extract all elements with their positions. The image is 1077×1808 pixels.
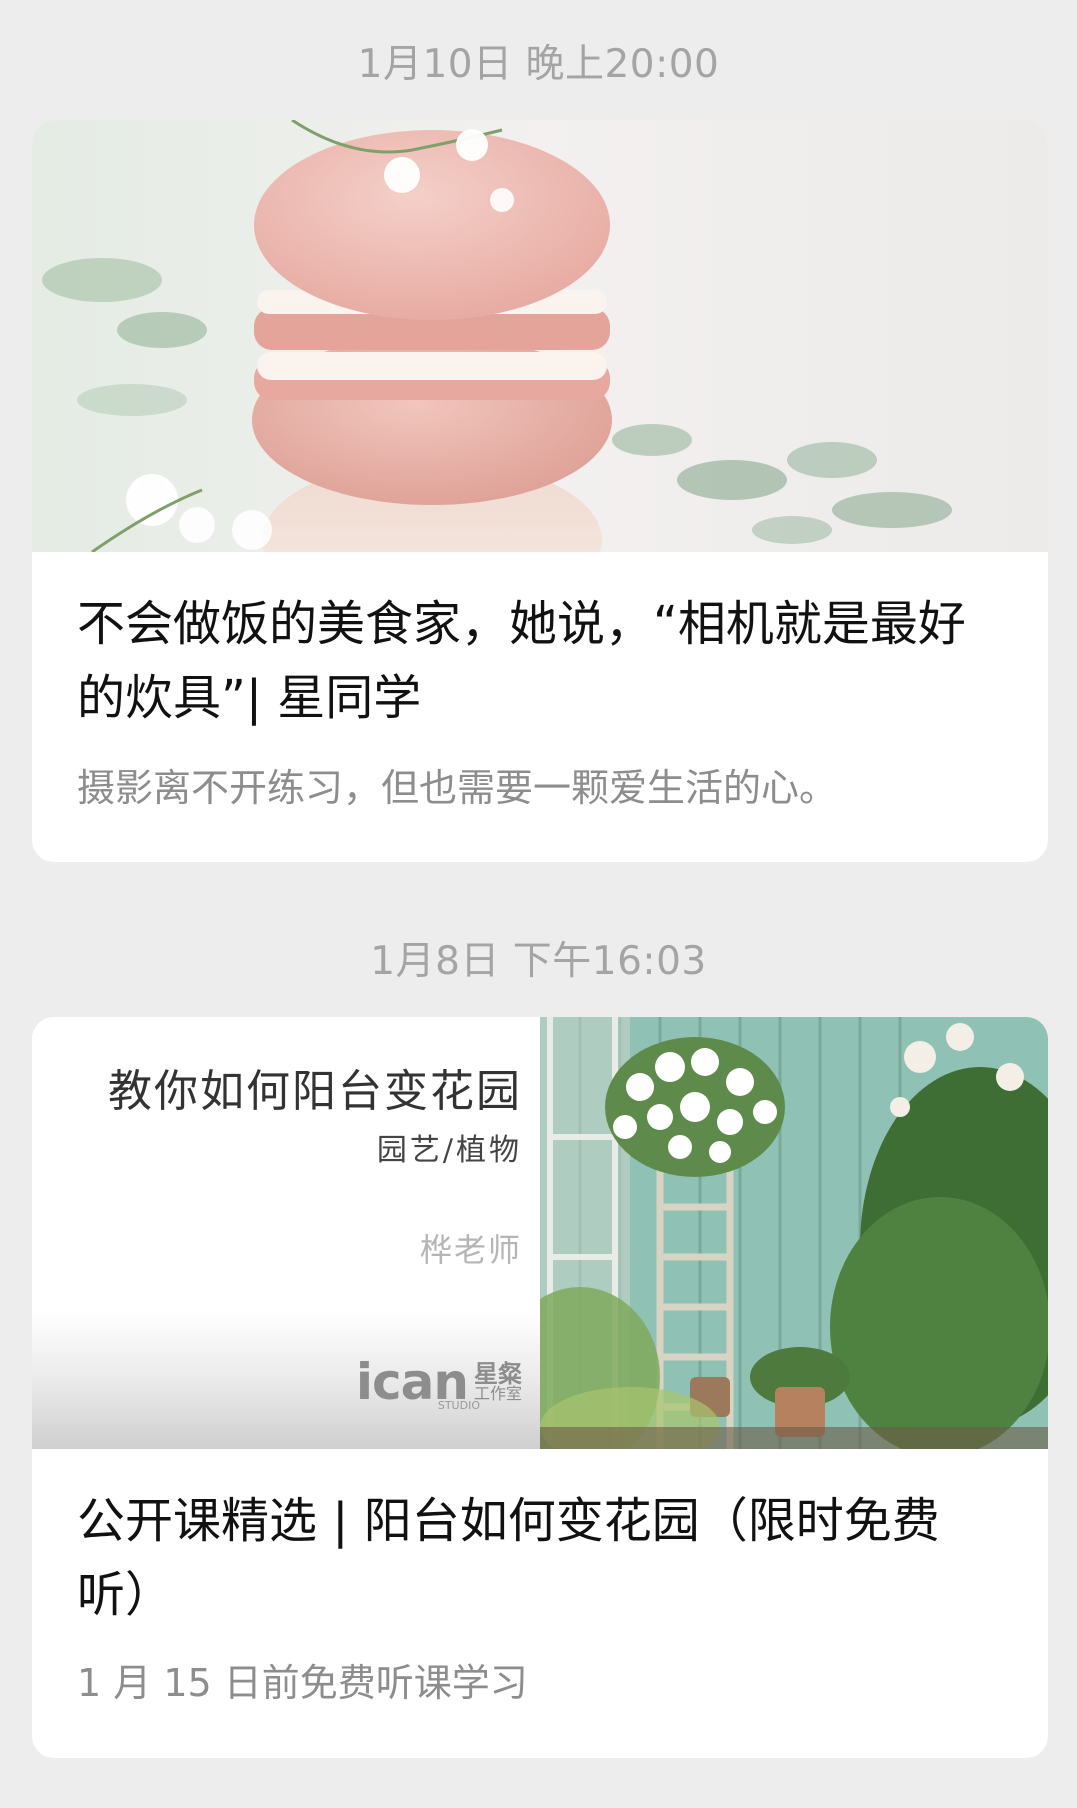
article-card-1[interactable]: 不会做饭的美食家，她说，“相机就是最好的炊具”| 星同学 摄影离不开练习，但也需… bbox=[32, 120, 1048, 862]
article-title-2[interactable]: 公开课精选 | 阳台如何变花园（限时免费听） bbox=[77, 1484, 1008, 1632]
balcony-garden-photo bbox=[540, 1017, 1048, 1449]
course-cover-text-panel: 教你如何阳台变花园 园艺/植物 桦老师 ican 星粲 工作室 STUDIO bbox=[32, 1017, 540, 1449]
article-cover-image-1[interactable] bbox=[32, 120, 1048, 552]
studio-logo-studio: STUDIO bbox=[437, 1399, 480, 1412]
timestamp-1: 1月10日 晚上20:00 bbox=[357, 42, 720, 87]
article-description-1: 摄影离不开练习，但也需要一颗爱生活的心。 bbox=[77, 766, 838, 810]
studio-logo-cn-sub: 工作室 bbox=[473, 1384, 522, 1403]
course-cover-title: 教你如何阳台变花园 bbox=[108, 1066, 522, 1117]
article-description-2: 1 月 15 日前免费听课学习 bbox=[77, 1661, 528, 1705]
timestamp-2: 1月8日 下午16:03 bbox=[370, 939, 707, 984]
macaron-photo bbox=[32, 120, 1048, 552]
article-title-1[interactable]: 不会做饭的美食家，她说，“相机就是最好的炊具”| 星同学 bbox=[77, 587, 1008, 735]
course-cover-teacher: 桦老师 bbox=[419, 1231, 522, 1269]
article-card-2[interactable]: 教你如何阳台变花园 园艺/植物 桦老师 ican 星粲 工作室 STUDIO 公… bbox=[32, 1017, 1048, 1758]
studio-logo-cn: 星粲 bbox=[473, 1360, 522, 1388]
course-cover-category: 园艺/植物 bbox=[376, 1133, 522, 1168]
article-cover-image-2[interactable]: 教你如何阳台变花园 园艺/植物 桦老师 ican 星粲 工作室 STUDIO bbox=[32, 1017, 1048, 1449]
